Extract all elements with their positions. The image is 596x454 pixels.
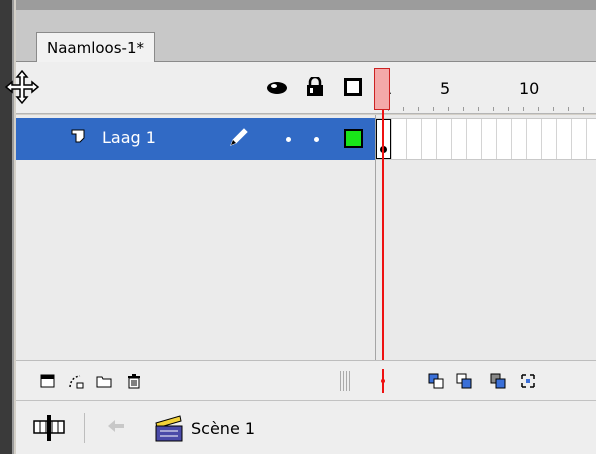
delete-layer-icon[interactable] — [126, 373, 142, 389]
document-tab-strip: Naamloos-1* — [16, 0, 596, 63]
lock-icon[interactable] — [306, 77, 324, 96]
visibility-dot[interactable] — [286, 137, 291, 142]
frame-row[interactable] — [376, 118, 596, 160]
lock-dot[interactable] — [314, 137, 319, 142]
scene-bar: Scène 1 — [16, 400, 596, 454]
back-arrow-icon[interactable] — [106, 418, 126, 434]
layer-name[interactable]: Laag 1 — [102, 128, 156, 147]
document-tab[interactable]: Naamloos-1* — [36, 32, 156, 63]
frame-grid[interactable] — [375, 115, 596, 360]
timeline-toggle-icon[interactable] — [32, 413, 66, 443]
layer-row[interactable]: Laag 1 — [16, 118, 375, 160]
frame-number-10: 10 — [519, 79, 540, 98]
divider-grip[interactable] — [340, 371, 350, 391]
playhead-marker-icon — [381, 369, 385, 393]
frame-number-5: 5 — [440, 79, 451, 98]
new-layer-icon[interactable] — [40, 373, 56, 389]
footer-divider — [84, 413, 85, 443]
timeline-toolbar — [16, 360, 596, 400]
add-motion-guide-icon[interactable] — [68, 373, 84, 389]
frame-ruler[interactable] — [388, 107, 596, 111]
playhead-line — [382, 110, 384, 365]
onion-skin-outlines-icon[interactable] — [490, 373, 506, 389]
scene-clapper-icon — [155, 415, 183, 442]
center-frame-icon[interactable] — [428, 373, 444, 389]
layer-color-swatch[interactable] — [344, 129, 363, 148]
outline-square-icon[interactable] — [344, 78, 362, 96]
eye-icon[interactable] — [266, 81, 288, 95]
layer-list: Laag 1 — [16, 115, 375, 360]
new-folder-icon[interactable] — [96, 373, 112, 389]
onion-skin-icon[interactable] — [456, 373, 472, 389]
layer-icon — [71, 129, 85, 143]
pencil-icon — [230, 128, 248, 146]
move-icon[interactable] — [4, 69, 40, 105]
timeline-header: 1 5 10 — [4, 62, 596, 114]
scene-label[interactable]: Scène 1 — [191, 419, 255, 438]
edit-multiple-frames-icon[interactable] — [520, 373, 536, 389]
playhead[interactable] — [374, 68, 390, 110]
